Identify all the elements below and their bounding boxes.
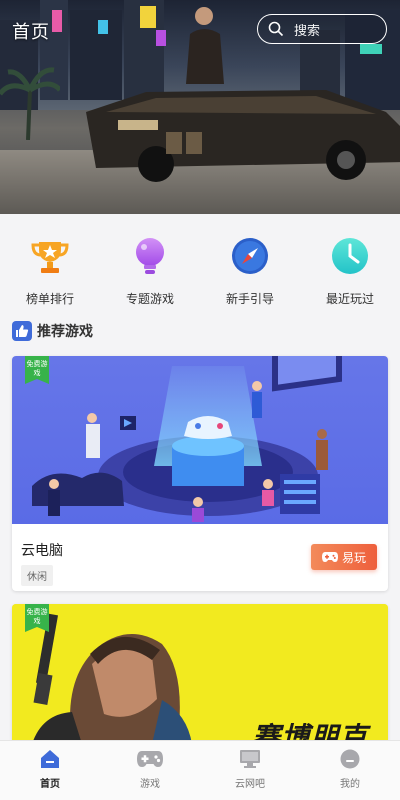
- quick-link-rankings[interactable]: 榜单排行: [0, 236, 100, 310]
- game-artwork: 赛博朋克: [12, 604, 388, 744]
- game-tag: 休闲: [21, 565, 53, 586]
- car-illustration: [86, 90, 400, 182]
- hero-banner[interactable]: 首页 搜索: [0, 0, 400, 214]
- tab-label: 我的: [340, 779, 360, 790]
- quick-link-topics[interactable]: 专题游戏: [100, 236, 200, 310]
- profile-icon: [340, 749, 360, 769]
- page-title: 首页: [12, 22, 50, 43]
- quick-links: 榜单排行 专题游戏 新手引导 最近玩过: [0, 236, 400, 310]
- quick-link-label: 榜单排行: [25, 292, 74, 306]
- cloud-pc-illustration: [32, 356, 342, 522]
- compass-icon: [232, 238, 268, 274]
- search-placeholder: 搜索: [294, 23, 321, 39]
- neon-sign: [52, 10, 62, 32]
- bottom-navigation: 首页 游戏 云网吧 我的: [0, 740, 400, 800]
- clock-icon: [332, 238, 368, 274]
- quick-link-label: 最近玩过: [325, 292, 374, 306]
- neon-sign: [360, 44, 382, 54]
- lightbulb-icon: [136, 238, 164, 274]
- thumbs-up-icon: [12, 321, 32, 341]
- computer-icon: [240, 750, 260, 768]
- game-artwork: [12, 356, 388, 524]
- game-card[interactable]: 赛博朋克 免费游戏: [12, 604, 388, 744]
- character-figure: [186, 7, 224, 84]
- section-title: 推荐游戏: [37, 324, 93, 340]
- trophy-icon: [31, 242, 69, 273]
- game-title: 云电脑: [21, 543, 63, 559]
- gamepad-icon: [137, 751, 163, 767]
- search-icon: [268, 21, 284, 37]
- search-input[interactable]: 搜索: [257, 14, 387, 44]
- palm-tree: [0, 67, 60, 140]
- tab-label: 云网吧: [235, 779, 265, 790]
- neon-sign: [140, 6, 156, 28]
- tab-games[interactable]: 游戏: [100, 741, 200, 800]
- gamepad-icon: [321, 552, 338, 562]
- home-icon: [41, 750, 59, 768]
- tab-home[interactable]: 首页: [0, 741, 100, 800]
- tab-cloud-netcafe[interactable]: 云网吧: [200, 741, 300, 800]
- quick-link-label: 专题游戏: [125, 292, 174, 306]
- neon-sign: [98, 20, 108, 34]
- tab-label: 首页: [40, 779, 60, 790]
- play-button[interactable]: 易玩: [311, 544, 377, 570]
- tab-label: 游戏: [140, 779, 160, 790]
- section-header: 推荐游戏: [12, 321, 93, 341]
- quick-link-recent[interactable]: 最近玩过: [300, 236, 400, 310]
- neon-sign: [156, 30, 166, 46]
- play-button-label: 易玩: [341, 550, 366, 565]
- quick-link-label: 新手引导: [225, 292, 274, 306]
- tab-profile[interactable]: 我的: [300, 741, 400, 800]
- game-card[interactable]: 免费游戏 云电脑 休闲 易玩: [12, 356, 388, 591]
- quick-link-guide[interactable]: 新手引导: [200, 236, 300, 310]
